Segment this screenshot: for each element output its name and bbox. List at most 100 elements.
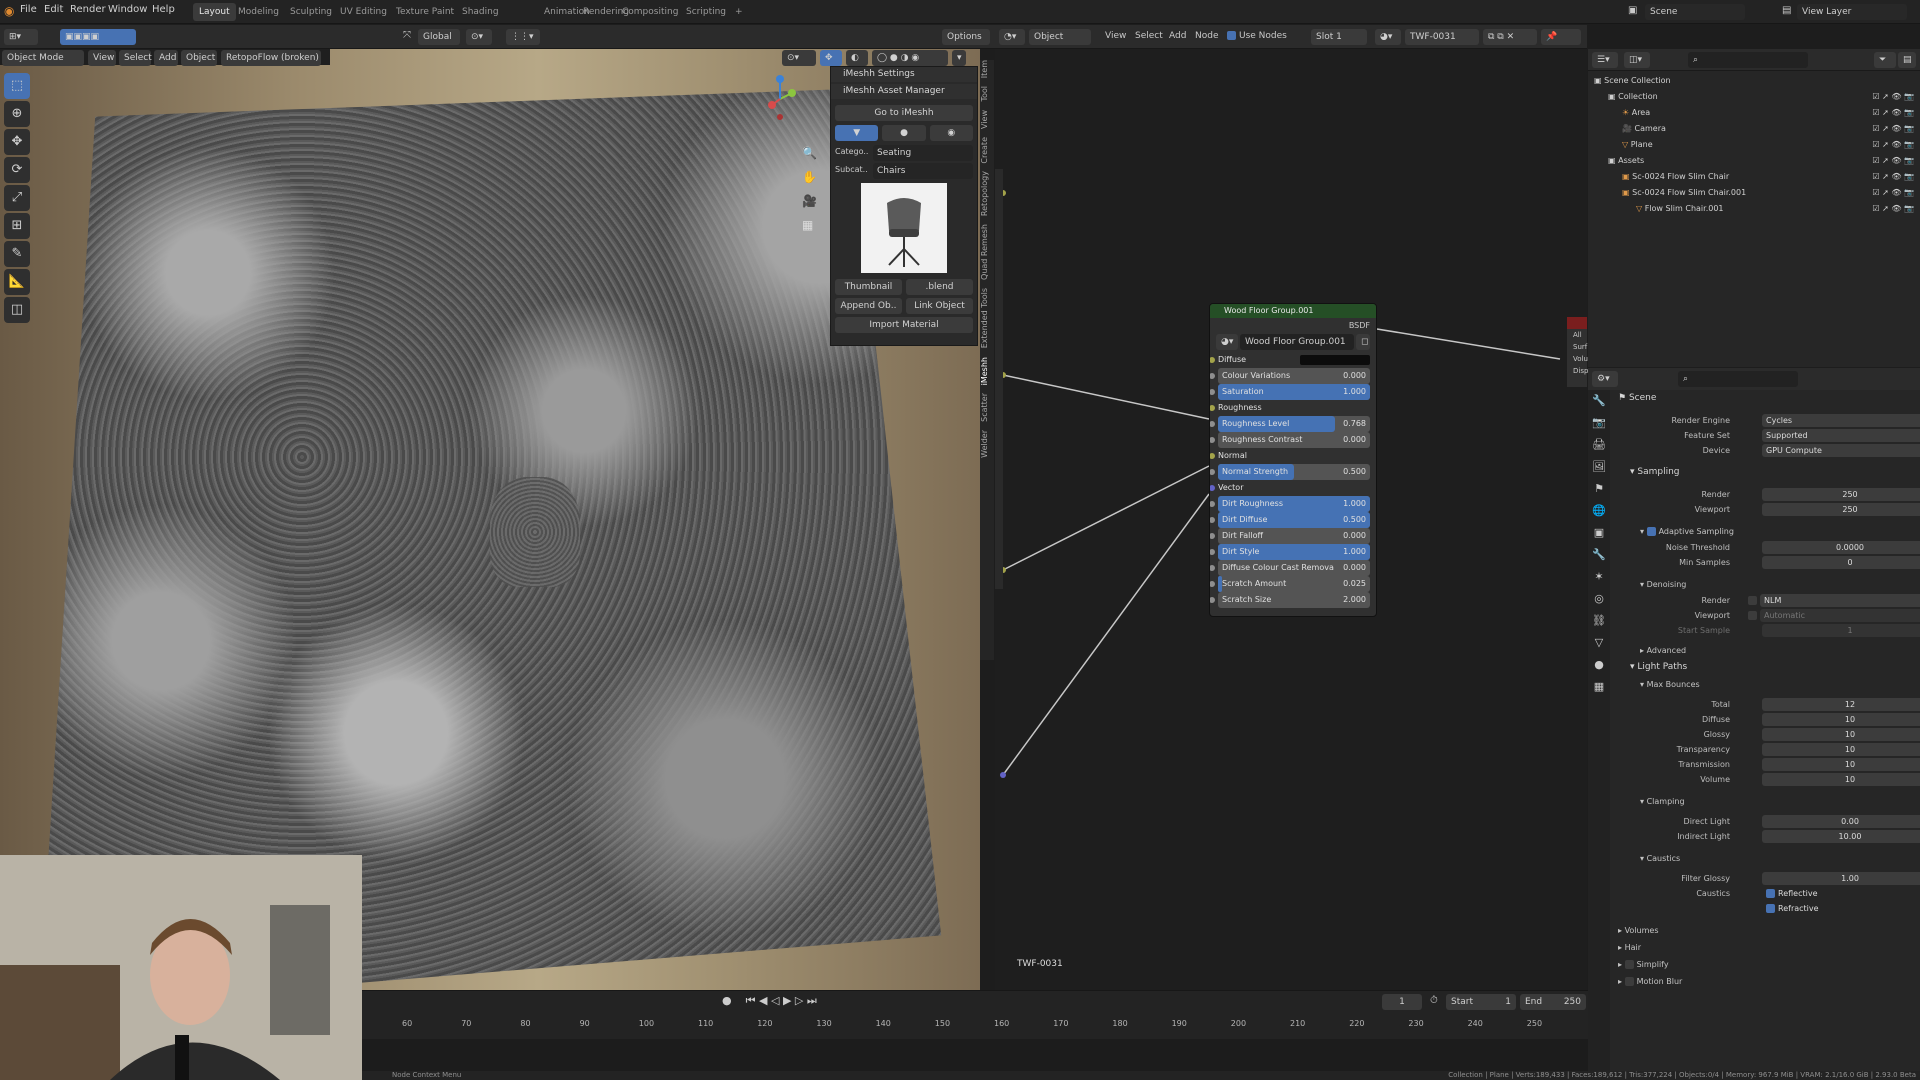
start-sample-field[interactable]: 1	[1762, 624, 1920, 637]
append-object-button[interactable]: Append Ob..	[835, 298, 902, 314]
pan-hand-icon[interactable]: ✋	[802, 165, 817, 189]
outliner-row[interactable]: ▣ Sc-0024 Flow Slim Chair ☑ ➚ 👁 📷	[1588, 169, 1920, 185]
output-tab-icon[interactable]: 🖨	[1588, 434, 1610, 456]
visibility-toggles-icon[interactable]: ☑ ➚ 👁 📷	[1872, 137, 1914, 153]
outliner-row[interactable]: ▽ Plane ☑ ➚ 👁 📷	[1588, 137, 1920, 153]
viewport-menu-add[interactable]: Add	[154, 50, 178, 66]
viewport-menu-object[interactable]: Object	[181, 50, 217, 66]
volumes-header[interactable]: ▸ Volumes	[1612, 922, 1920, 939]
outliner-row[interactable]: 🎥 Camera ☑ ➚ 👁 📷	[1588, 121, 1920, 137]
input-socket-icon[interactable]	[1210, 469, 1215, 475]
workspace-tab-sculpting[interactable]: Sculpting	[284, 3, 338, 21]
scene-tab-icon[interactable]: ⚑	[1588, 478, 1610, 500]
node-input-row[interactable]: Diffuse	[1210, 352, 1370, 368]
node-input-row[interactable]: Scratch Amount 0.025	[1210, 576, 1370, 592]
node-input-row[interactable]: Diffuse Colour Cast Remova 0.000	[1210, 560, 1370, 576]
sidebar-tab-tool[interactable]: Tool	[980, 86, 989, 102]
axis-gizmo-icon[interactable]	[760, 69, 800, 129]
reflective-checkbox[interactable]: Reflective	[1762, 887, 1920, 900]
node-input-row[interactable]: Normal Strength 0.500	[1210, 464, 1370, 480]
min-samples-field[interactable]: 0	[1762, 556, 1920, 569]
node-menu-node[interactable]: Node	[1195, 31, 1219, 41]
simplify-header[interactable]: ▸ Simplify	[1612, 956, 1920, 973]
physics-tab-icon[interactable]: ◎	[1588, 588, 1610, 610]
device-dropdown[interactable]: GPU Compute	[1762, 444, 1920, 457]
input-socket-icon[interactable]	[1210, 485, 1215, 491]
input-socket-icon[interactable]	[1210, 581, 1215, 587]
data-tab-icon[interactable]: ▽	[1588, 632, 1610, 654]
advanced-header[interactable]: ▸ Advanced	[1612, 642, 1920, 659]
simplify-checkbox[interactable]	[1624, 960, 1634, 969]
shading-options-icon[interactable]: ▾	[952, 50, 966, 66]
denoise-viewport-dropdown[interactable]: Automatic	[1760, 609, 1920, 622]
goto-imeshh-button[interactable]: Go to iMeshh	[835, 105, 973, 121]
input-socket-icon[interactable]	[1210, 437, 1215, 443]
light-paths-header[interactable]: ▾ Light Paths	[1612, 659, 1920, 676]
outliner-search-input[interactable]: ⌕	[1688, 52, 1808, 68]
material-slot-dropdown[interactable]: Slot 1	[1311, 29, 1367, 45]
viewport-menu-select[interactable]: Select	[119, 50, 152, 66]
shading-mode-buttons[interactable]: ◯ ● ◑ ◉	[872, 50, 948, 66]
bounce-value-field[interactable]: 10	[1762, 758, 1920, 771]
timeline-tracks[interactable]	[362, 1039, 1588, 1071]
ortho-grid-icon[interactable]: ▦	[802, 213, 817, 237]
workspace-tab-shading[interactable]: Shading	[456, 3, 505, 21]
navigation-gizmo[interactable]	[760, 69, 796, 120]
material-actions-icon[interactable]: ⧉ ⧉ ✕	[1483, 29, 1537, 45]
sidebar-tab-extended-tools[interactable]: Extended Tools	[980, 288, 989, 348]
noise-threshold-field[interactable]: 0.0000	[1762, 541, 1920, 554]
outliner-type-icon[interactable]: ☰▾	[1592, 52, 1618, 68]
pin-icon[interactable]: 📌	[1541, 29, 1581, 45]
add-workspace-button[interactable]: +	[729, 3, 749, 21]
fake-user-icon[interactable]: ◻	[1356, 334, 1370, 350]
snapping-icon[interactable]: ⋮⋮▾	[506, 29, 540, 45]
outliner-row[interactable]: ▣ Sc-0024 Flow Slim Chair.001 ☑ ➚ 👁 📷	[1588, 185, 1920, 201]
subcategory-dropdown[interactable]: Chairs	[873, 163, 973, 179]
link-object-button[interactable]: Link Object	[906, 298, 973, 314]
refractive-checkbox[interactable]: Refractive	[1762, 902, 1920, 915]
input-socket-icon[interactable]	[1210, 565, 1215, 571]
visibility-icon[interactable]: ⊙▾	[782, 50, 816, 66]
visibility-toggles-icon[interactable]: ☑ ➚ 👁 📷	[1872, 89, 1914, 105]
input-socket-icon[interactable]	[1210, 357, 1215, 363]
transform-tool-icon[interactable]: ⊞	[4, 213, 30, 239]
outliner-row[interactable]: ☀ Area ☑ ➚ 👁 📷	[1588, 105, 1920, 121]
node-menu-add[interactable]: Add	[1169, 31, 1186, 41]
thumbnail-button[interactable]: Thumbnail	[835, 279, 902, 295]
filter-glossy-field[interactable]: 1.00	[1762, 872, 1920, 885]
category-dropdown[interactable]: Seating	[873, 145, 973, 161]
menu-help[interactable]: Help	[152, 4, 175, 15]
constraints-tab-icon[interactable]: ⛓	[1588, 610, 1610, 632]
input-socket-icon[interactable]	[1210, 533, 1215, 539]
view-layer-tab-icon[interactable]: 🖼	[1588, 456, 1610, 478]
cursor-tool-icon[interactable]: ⊕	[4, 101, 30, 127]
node-input-row[interactable]: Dirt Falloff 0.000	[1210, 528, 1370, 544]
measure-tool-icon[interactable]: 📐	[4, 269, 30, 295]
node-input-row[interactable]: Scratch Size 2.000	[1210, 592, 1370, 608]
outliner-row[interactable]: ▣ Scene Collection	[1588, 73, 1920, 89]
clamping-header[interactable]: ▾ Clamping	[1612, 793, 1920, 810]
input-socket-icon[interactable]	[1210, 501, 1215, 507]
world-tab-icon[interactable]: 🌐	[1588, 500, 1610, 522]
indirect-light-field[interactable]: 10.00	[1762, 830, 1920, 843]
texture-tab-icon[interactable]: ▦	[1588, 676, 1610, 698]
motion-blur-checkbox[interactable]	[1624, 977, 1634, 986]
material-output-node[interactable]: All Surf Volu Disp	[1567, 317, 1588, 387]
modifier-tab-icon[interactable]: 🔧	[1588, 544, 1610, 566]
viewport-samples-field[interactable]: 250	[1762, 503, 1920, 516]
add-cube-tool-icon[interactable]: ◫	[4, 297, 30, 323]
material-browse-icon[interactable]: ◕▾	[1375, 29, 1401, 45]
max-bounces-header[interactable]: ▾ Max Bounces	[1612, 676, 1920, 693]
input-socket-icon[interactable]	[1210, 405, 1215, 411]
denoise-render-checkbox[interactable]	[1748, 596, 1757, 605]
denoise-render-dropdown[interactable]: NLM	[1760, 594, 1920, 607]
imeshh-manager-header[interactable]: iMeshh Asset Manager	[831, 84, 977, 99]
visibility-toggles-icon[interactable]: ☑ ➚ 👁 📷	[1872, 105, 1914, 121]
bounce-value-field[interactable]: 10	[1762, 743, 1920, 756]
visibility-toggles-icon[interactable]: ☑ ➚ 👁 📷	[1872, 185, 1914, 201]
outliner-row[interactable]: ▽ Flow Slim Chair.001 ☑ ➚ 👁 📷	[1588, 201, 1920, 217]
workspace-tab-modeling[interactable]: Modeling	[232, 3, 285, 21]
node-input-row[interactable]: Dirt Roughness 1.000	[1210, 496, 1370, 512]
group-name-field[interactable]: Wood Floor Group.001	[1240, 334, 1354, 350]
bounce-value-field[interactable]: 12	[1762, 698, 1920, 711]
